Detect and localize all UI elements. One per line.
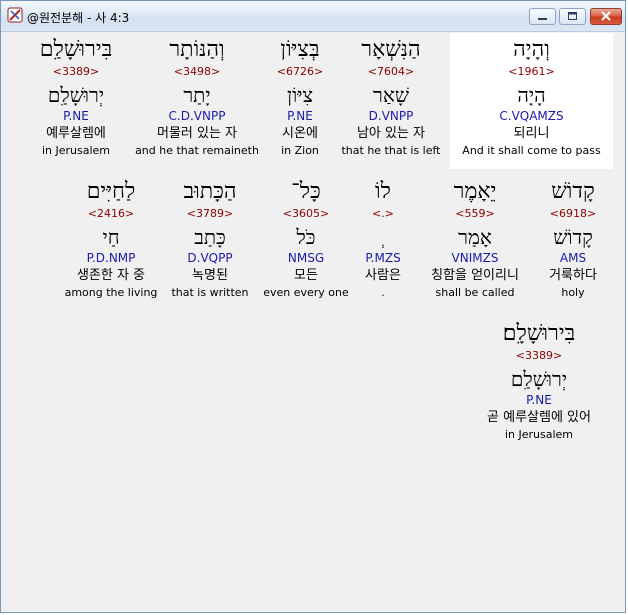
- word-cell[interactable]: וְהָיָה <1961> הָיָה C.VQAMZS 되리니 And it…: [450, 37, 613, 158]
- hebrew-lemma: שָׁאַר: [373, 83, 409, 107]
- word-cell[interactable]: קָדוֹשׁ <6918> קָדוֹשׁ AMS 거룩하다 holy: [531, 179, 615, 300]
- hebrew-word: יֵאָמֶר: [453, 179, 497, 204]
- hebrew-word: לַחַיִּים: [86, 179, 136, 204]
- english-gloss: in Jerusalem: [504, 428, 574, 441]
- english-gloss: and he that remaineth: [135, 144, 259, 157]
- hebrew-word: הַנִּשְׁאָר: [361, 37, 421, 62]
- maximize-icon: [568, 12, 577, 20]
- korean-gloss: 시온에: [282, 126, 318, 141]
- window-title: @원전분해 - 사 4:3: [27, 11, 130, 25]
- word-cell[interactable]: יֵאָמֶר <559> אָמַר VNIMZS 칭함을 얻이리니 shal…: [421, 179, 529, 300]
- minimize-icon: [538, 18, 547, 20]
- english-gloss: holy: [561, 286, 585, 299]
- morphology-code: P.D.NMP: [86, 251, 136, 265]
- minimize-button[interactable]: [529, 8, 556, 25]
- english-gloss: And it shall come to pass: [462, 144, 601, 157]
- word-cell[interactable]: בִּירוּשָׁלָ͏ִם׃ <3389> יְרוּשָׁלַ͏ִם P.…: [469, 321, 609, 442]
- korean-gloss: 머물러 있는 자: [156, 126, 238, 141]
- korean-gloss: 녹명된: [192, 268, 228, 283]
- morphology-code: D.VNPP: [368, 109, 414, 123]
- hebrew-lemma: יְרוּשָׁלַ͏ִם: [510, 367, 568, 391]
- hebrew-word: וְהַנּוֹתָר: [169, 37, 225, 62]
- strong-number[interactable]: <3605>: [259, 207, 353, 225]
- korean-gloss: 남아 있는 자: [356, 126, 426, 141]
- korean-gloss: 생존한 자 중: [76, 268, 146, 283]
- strong-number[interactable]: <7604>: [335, 65, 447, 83]
- close-button[interactable]: [590, 8, 622, 25]
- english-gloss: .: [381, 286, 385, 299]
- english-gloss: that is written: [171, 286, 249, 299]
- hebrew-lemma: יָתַר: [183, 83, 211, 107]
- close-icon: [601, 11, 611, 21]
- strong-number[interactable]: <559>: [421, 207, 529, 225]
- morphology-code: AMS: [559, 251, 587, 265]
- hebrew-word: בִּירוּשָׁלַ͏ִם: [39, 37, 113, 62]
- hebrew-lemma: כָּתַב: [194, 225, 226, 249]
- strong-number[interactable]: <6726>: [264, 65, 336, 83]
- morphology-code: NMSG: [287, 251, 325, 265]
- word-cell[interactable]: כָּל־ <3605> כֹּל NMSG 모든 even every one: [259, 179, 353, 300]
- app-icon: [7, 7, 23, 23]
- korean-gloss: 모든: [294, 268, 318, 283]
- morphology-code: P.NE: [63, 109, 89, 123]
- morphology-code: D.VQPP: [187, 251, 233, 265]
- strong-number[interactable]: <3389>: [29, 65, 123, 83]
- english-gloss: in Zion: [281, 144, 319, 157]
- morphology-code: C.VQAMZS: [499, 109, 564, 123]
- hebrew-lemma: קָדוֹשׁ: [553, 225, 593, 249]
- hebrew-lemma: אָמַר: [458, 225, 492, 249]
- word-cell[interactable]: וְהַנּוֹתָר <3498> יָתַר C.D.VNPP 머물러 있는…: [131, 37, 263, 158]
- word-cell[interactable]: לַחַיִּים <2416> חַי P.D.NMP 생존한 자 중 amo…: [61, 179, 161, 300]
- morphology-code: C.D.VNPP: [168, 109, 226, 123]
- word-cell[interactable]: לוֹ <.> ְ P.MZS 사람은 .: [355, 179, 411, 300]
- strong-number[interactable]: <6918>: [531, 207, 615, 225]
- english-gloss: even every one: [263, 286, 349, 299]
- maximize-button[interactable]: [559, 8, 586, 25]
- strong-number[interactable]: <3789>: [164, 207, 256, 225]
- korean-gloss: 되리니: [513, 126, 550, 141]
- hebrew-word: קָדוֹשׁ: [551, 179, 595, 204]
- word-cell[interactable]: הַכָּתוּב <3789> כָּתַב D.VQPP 녹명된 that …: [164, 179, 256, 300]
- hebrew-lemma: יְרוּשָׁלַ͏ִם: [47, 83, 105, 107]
- hebrew-word: הַכָּתוּב: [183, 179, 237, 204]
- morphology-code: P.NE: [526, 393, 552, 407]
- morphology-code: P.NE: [287, 109, 313, 123]
- hebrew-lemma: ְ: [355, 225, 411, 251]
- english-gloss: in Jerusalem: [41, 144, 111, 157]
- korean-gloss: 칭함을 얻이리니: [431, 268, 519, 283]
- morphology-code: VNIMZS: [451, 251, 499, 265]
- word-cell[interactable]: הַנִּשְׁאָר <7604> שָׁאַר D.VNPP 남아 있는 자…: [335, 37, 447, 158]
- app-window: @원전분해 - 사 4:3 וְהָיָה <1961> הָיָה C.VQA…: [0, 0, 626, 613]
- english-gloss: that he that is left: [341, 144, 441, 157]
- korean-gloss: 사람은: [365, 268, 401, 283]
- english-gloss: shall be called: [435, 286, 515, 299]
- korean-gloss: 거룩하다: [549, 268, 597, 283]
- title-bar[interactable]: @원전분해 - 사 4:3: [1, 1, 625, 32]
- hebrew-word: לוֹ: [375, 179, 391, 204]
- strong-number[interactable]: <3389>: [469, 349, 609, 367]
- hebrew-word: וְהָיָה: [513, 37, 550, 62]
- hebrew-word: בִּירוּשָׁלָ͏ִם׃: [502, 321, 576, 346]
- strong-number[interactable]: <1961>: [450, 65, 613, 83]
- hebrew-word: בְּצִיּוֹן: [280, 37, 320, 62]
- interlinear-view: וְהָיָה <1961> הָיָה C.VQAMZS 되리니 And it…: [9, 33, 619, 609]
- hebrew-lemma: צִיּוֹן: [287, 83, 313, 107]
- word-cell[interactable]: בְּצִיּוֹן <6726> צִיּוֹן P.NE 시온에 in Zi…: [264, 37, 336, 158]
- morphology-code: P.MZS: [365, 251, 401, 265]
- hebrew-lemma: חַי: [102, 225, 120, 249]
- strong-number[interactable]: <3498>: [131, 65, 263, 83]
- korean-gloss: 예루살렘에: [46, 126, 106, 141]
- korean-gloss: 곧 예루살렘에 있어: [487, 410, 591, 425]
- strong-number[interactable]: <.>: [355, 207, 411, 225]
- hebrew-word: כָּל־: [291, 179, 321, 204]
- hebrew-lemma: הָיָה: [517, 83, 546, 107]
- hebrew-lemma: כֹּל: [296, 225, 316, 249]
- strong-number[interactable]: <2416>: [61, 207, 161, 225]
- word-cell[interactable]: בִּירוּשָׁלַ͏ִם <3389> יְרוּשָׁלַ͏ִם P.N…: [29, 37, 123, 158]
- english-gloss: among the living: [64, 286, 158, 299]
